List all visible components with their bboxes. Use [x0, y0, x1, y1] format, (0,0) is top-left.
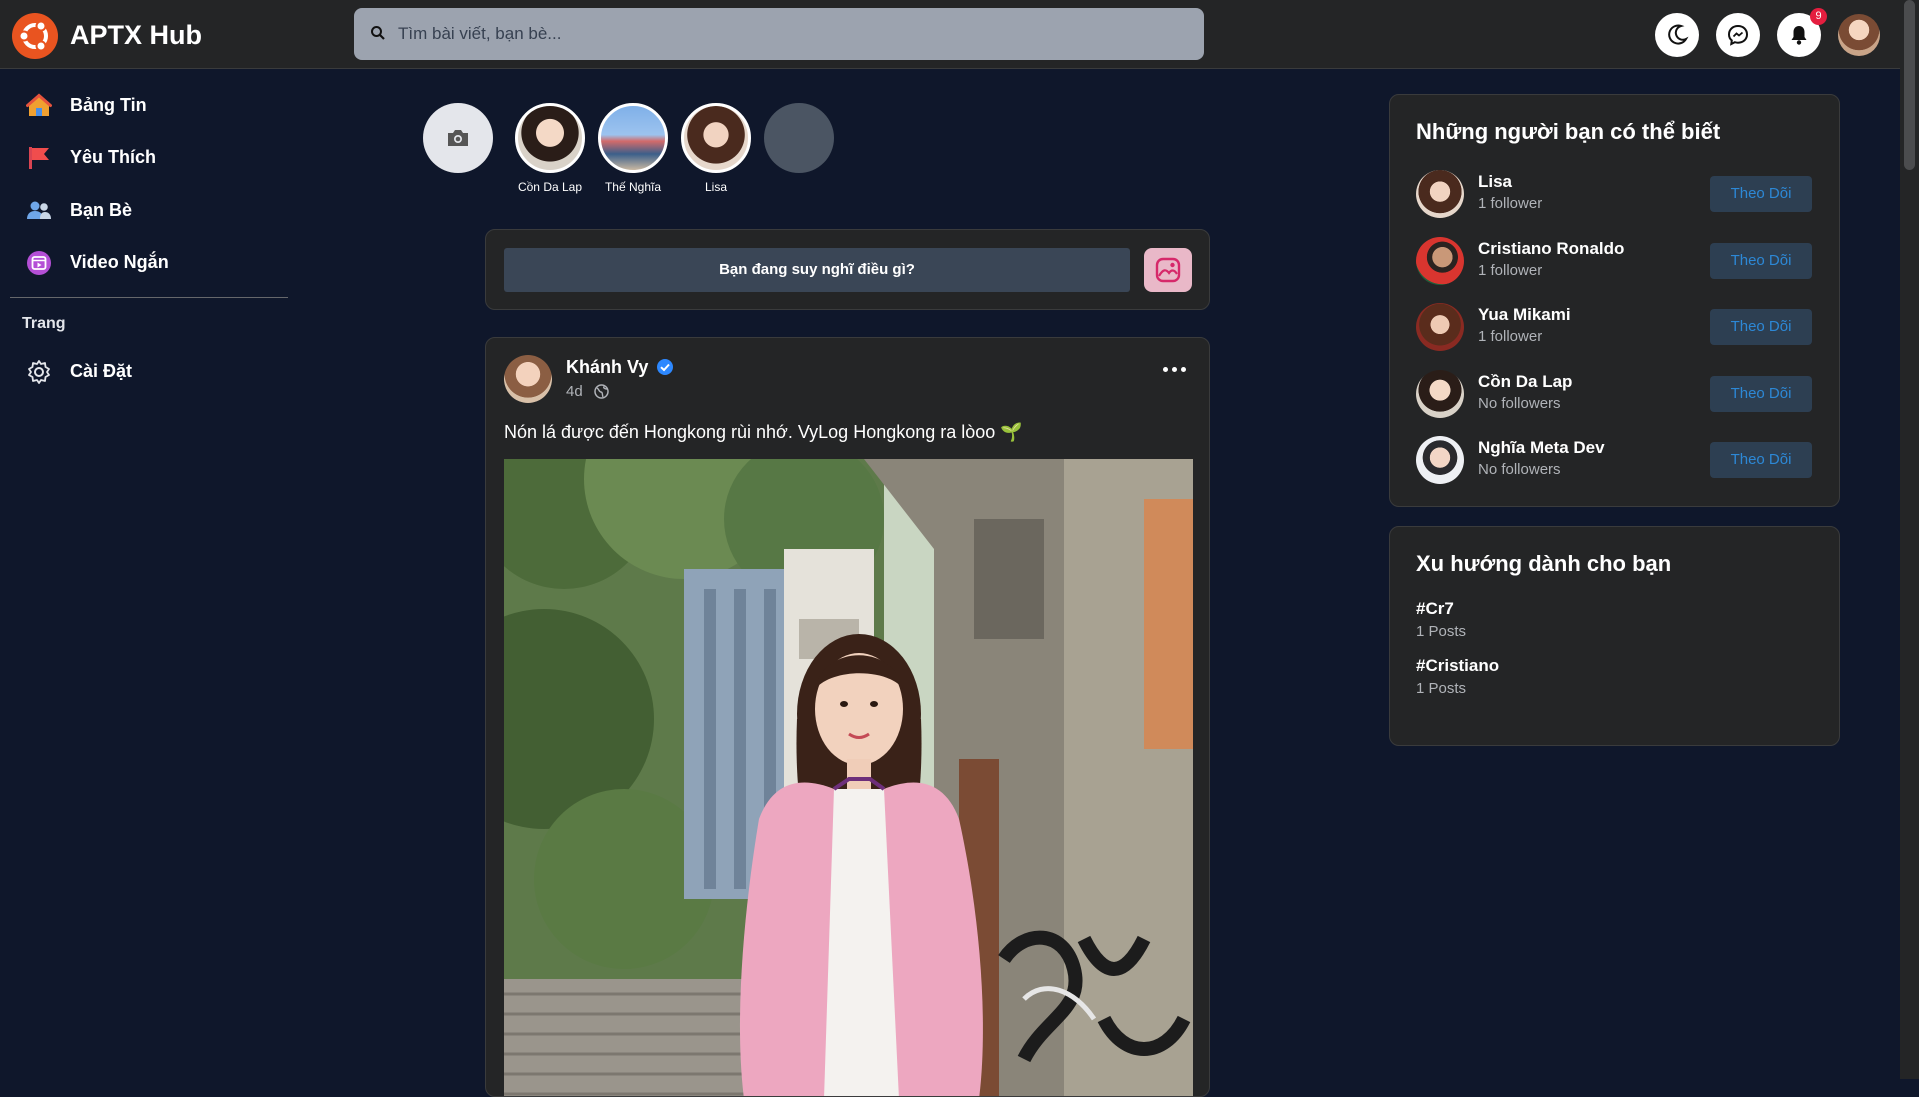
suggestion-row: Yua Mikami 1 follower Theo Dõi: [1416, 303, 1816, 353]
sidebar-item-label: Bạn Bè: [70, 200, 133, 220]
gear-icon: [28, 360, 50, 384]
suggestion-name[interactable]: Cồn Da Lap: [1478, 372, 1572, 392]
story-placeholder: [764, 103, 834, 173]
suggestion-row: Nghĩa Meta Dev No followers Theo Dõi: [1416, 436, 1816, 486]
suggestion-avatar[interactable]: [1416, 370, 1464, 418]
composer-input[interactable]: Bạn đang suy nghĩ điều gì?: [504, 248, 1130, 292]
trend-count: 1 Posts: [1416, 680, 1467, 697]
sidebar-item-news-feed[interactable]: Bảng Tin: [24, 85, 284, 125]
trends-title: Xu hướng dành cho bạn: [1416, 551, 1672, 576]
notification-badge: 9: [1810, 8, 1827, 25]
suggestion-avatar[interactable]: [1416, 170, 1464, 218]
suggestion-followers: 1 follower: [1478, 328, 1543, 345]
follow-button[interactable]: Theo Dõi: [1710, 442, 1812, 478]
trend-item[interactable]: #Cr7 1 Posts: [1416, 599, 1466, 640]
sidebar-divider: [10, 297, 288, 298]
video-icon: [27, 251, 51, 275]
image-icon: [1155, 257, 1181, 283]
story-item[interactable]: Thế Nghĩa: [598, 103, 668, 194]
sidebar-item-label: Cài Đặt: [70, 361, 133, 381]
trend-tag[interactable]: #Cristiano: [1416, 656, 1499, 676]
story-item[interactable]: Cồn Da Lap: [515, 103, 585, 194]
trends-panel: Xu hướng dành cho bạn #Cr7 1 Posts #Cris…: [1389, 526, 1840, 746]
trend-tag[interactable]: #Cr7: [1416, 599, 1466, 619]
follow-button[interactable]: Theo Dõi: [1710, 376, 1812, 412]
profile-avatar[interactable]: [1838, 14, 1880, 56]
suggestion-avatar[interactable]: [1416, 436, 1464, 484]
sidebar-item-label: Bảng Tin: [70, 95, 147, 115]
post-timestamp[interactable]: 4d: [566, 383, 583, 400]
sidebar-section-heading: Trang: [22, 315, 66, 332]
suggestion-row: Lisa 1 follower Theo Dõi: [1416, 170, 1816, 220]
chat-icon: [1727, 24, 1749, 46]
suggestion-avatar[interactable]: [1416, 303, 1464, 351]
story-avatar: [598, 103, 668, 173]
add-story-button[interactable]: [423, 103, 493, 173]
suggestion-name[interactable]: Cristiano Ronaldo: [1478, 239, 1624, 259]
suggestion-followers: No followers: [1478, 461, 1561, 478]
story-avatar: [681, 103, 751, 173]
suggestions-title: Những người bạn có thể biết: [1416, 119, 1721, 144]
story-name: Lisa: [704, 180, 727, 194]
trend-count: 1 Posts: [1416, 623, 1467, 640]
follow-button[interactable]: Theo Dõi: [1710, 309, 1812, 345]
sidebar-item-favorites[interactable]: Yêu Thích: [24, 137, 284, 177]
globe-icon: [594, 384, 609, 399]
post-author-name[interactable]: Khánh Vy: [566, 357, 648, 378]
post-card: Khánh Vy 4d Nón lá được đến Hongkong rùi…: [485, 337, 1210, 1097]
top-bar: APTX Hub 9: [0, 0, 1900, 69]
suggestion-followers: 1 follower: [1478, 262, 1543, 279]
search-bar[interactable]: [354, 8, 1204, 60]
verified-badge-icon: [657, 359, 673, 375]
suggestion-name[interactable]: Lisa: [1478, 172, 1512, 192]
camera-icon: [448, 130, 468, 146]
suggestion-followers: No followers: [1478, 395, 1561, 412]
follow-button[interactable]: Theo Dõi: [1710, 243, 1812, 279]
suggestion-name[interactable]: Nghĩa Meta Dev: [1478, 438, 1605, 458]
add-photo-button[interactable]: [1144, 248, 1192, 292]
sidebar-item-short-videos[interactable]: Video Ngắn: [24, 242, 284, 282]
follow-button[interactable]: Theo Dõi: [1710, 176, 1812, 212]
post-options-button[interactable]: [1163, 363, 1187, 375]
suggestion-name[interactable]: Yua Mikami: [1478, 305, 1571, 325]
search-icon: [371, 26, 385, 40]
friends-icon: [27, 201, 51, 219]
story-item[interactable]: Lisa: [681, 103, 751, 194]
sidebar-item-settings[interactable]: Cài Đặt: [24, 351, 284, 391]
friend-suggestions-panel: Những người bạn có thể biết Lisa 1 follo…: [1389, 94, 1840, 507]
post-photo[interactable]: [504, 459, 1193, 1096]
post-author-avatar[interactable]: [504, 355, 552, 403]
home-icon: [26, 93, 52, 116]
suggestion-followers: 1 follower: [1478, 195, 1543, 212]
suggestion-row: Cồn Da Lap No followers Theo Dõi: [1416, 370, 1816, 420]
logo-icon[interactable]: [12, 13, 58, 59]
suggestion-avatar[interactable]: [1416, 237, 1464, 285]
moon-icon: [1668, 24, 1689, 45]
story-avatar: [515, 103, 585, 173]
sidebar-item-friends[interactable]: Bạn Bè: [24, 190, 284, 230]
brand-name[interactable]: APTX Hub: [70, 20, 202, 51]
dark-mode-button[interactable]: [1655, 13, 1699, 57]
bell-icon: [1791, 26, 1807, 45]
sidebar-item-label: Yêu Thích: [70, 147, 157, 167]
messenger-button[interactable]: [1716, 13, 1760, 57]
scrollbar-thumb[interactable]: [1904, 0, 1915, 170]
trend-item[interactable]: #Cristiano 1 Posts: [1416, 656, 1499, 697]
suggestion-row: Cristiano Ronaldo 1 follower Theo Dõi: [1416, 237, 1816, 287]
post-composer: Bạn đang suy nghĩ điều gì?: [485, 229, 1210, 310]
sidebar-item-label: Video Ngắn: [70, 252, 169, 272]
flag-icon: [29, 147, 49, 169]
post-text: Nón lá được đến Hongkong rùi nhớ. VyLog …: [504, 422, 1023, 442]
search-input[interactable]: [398, 8, 1188, 60]
